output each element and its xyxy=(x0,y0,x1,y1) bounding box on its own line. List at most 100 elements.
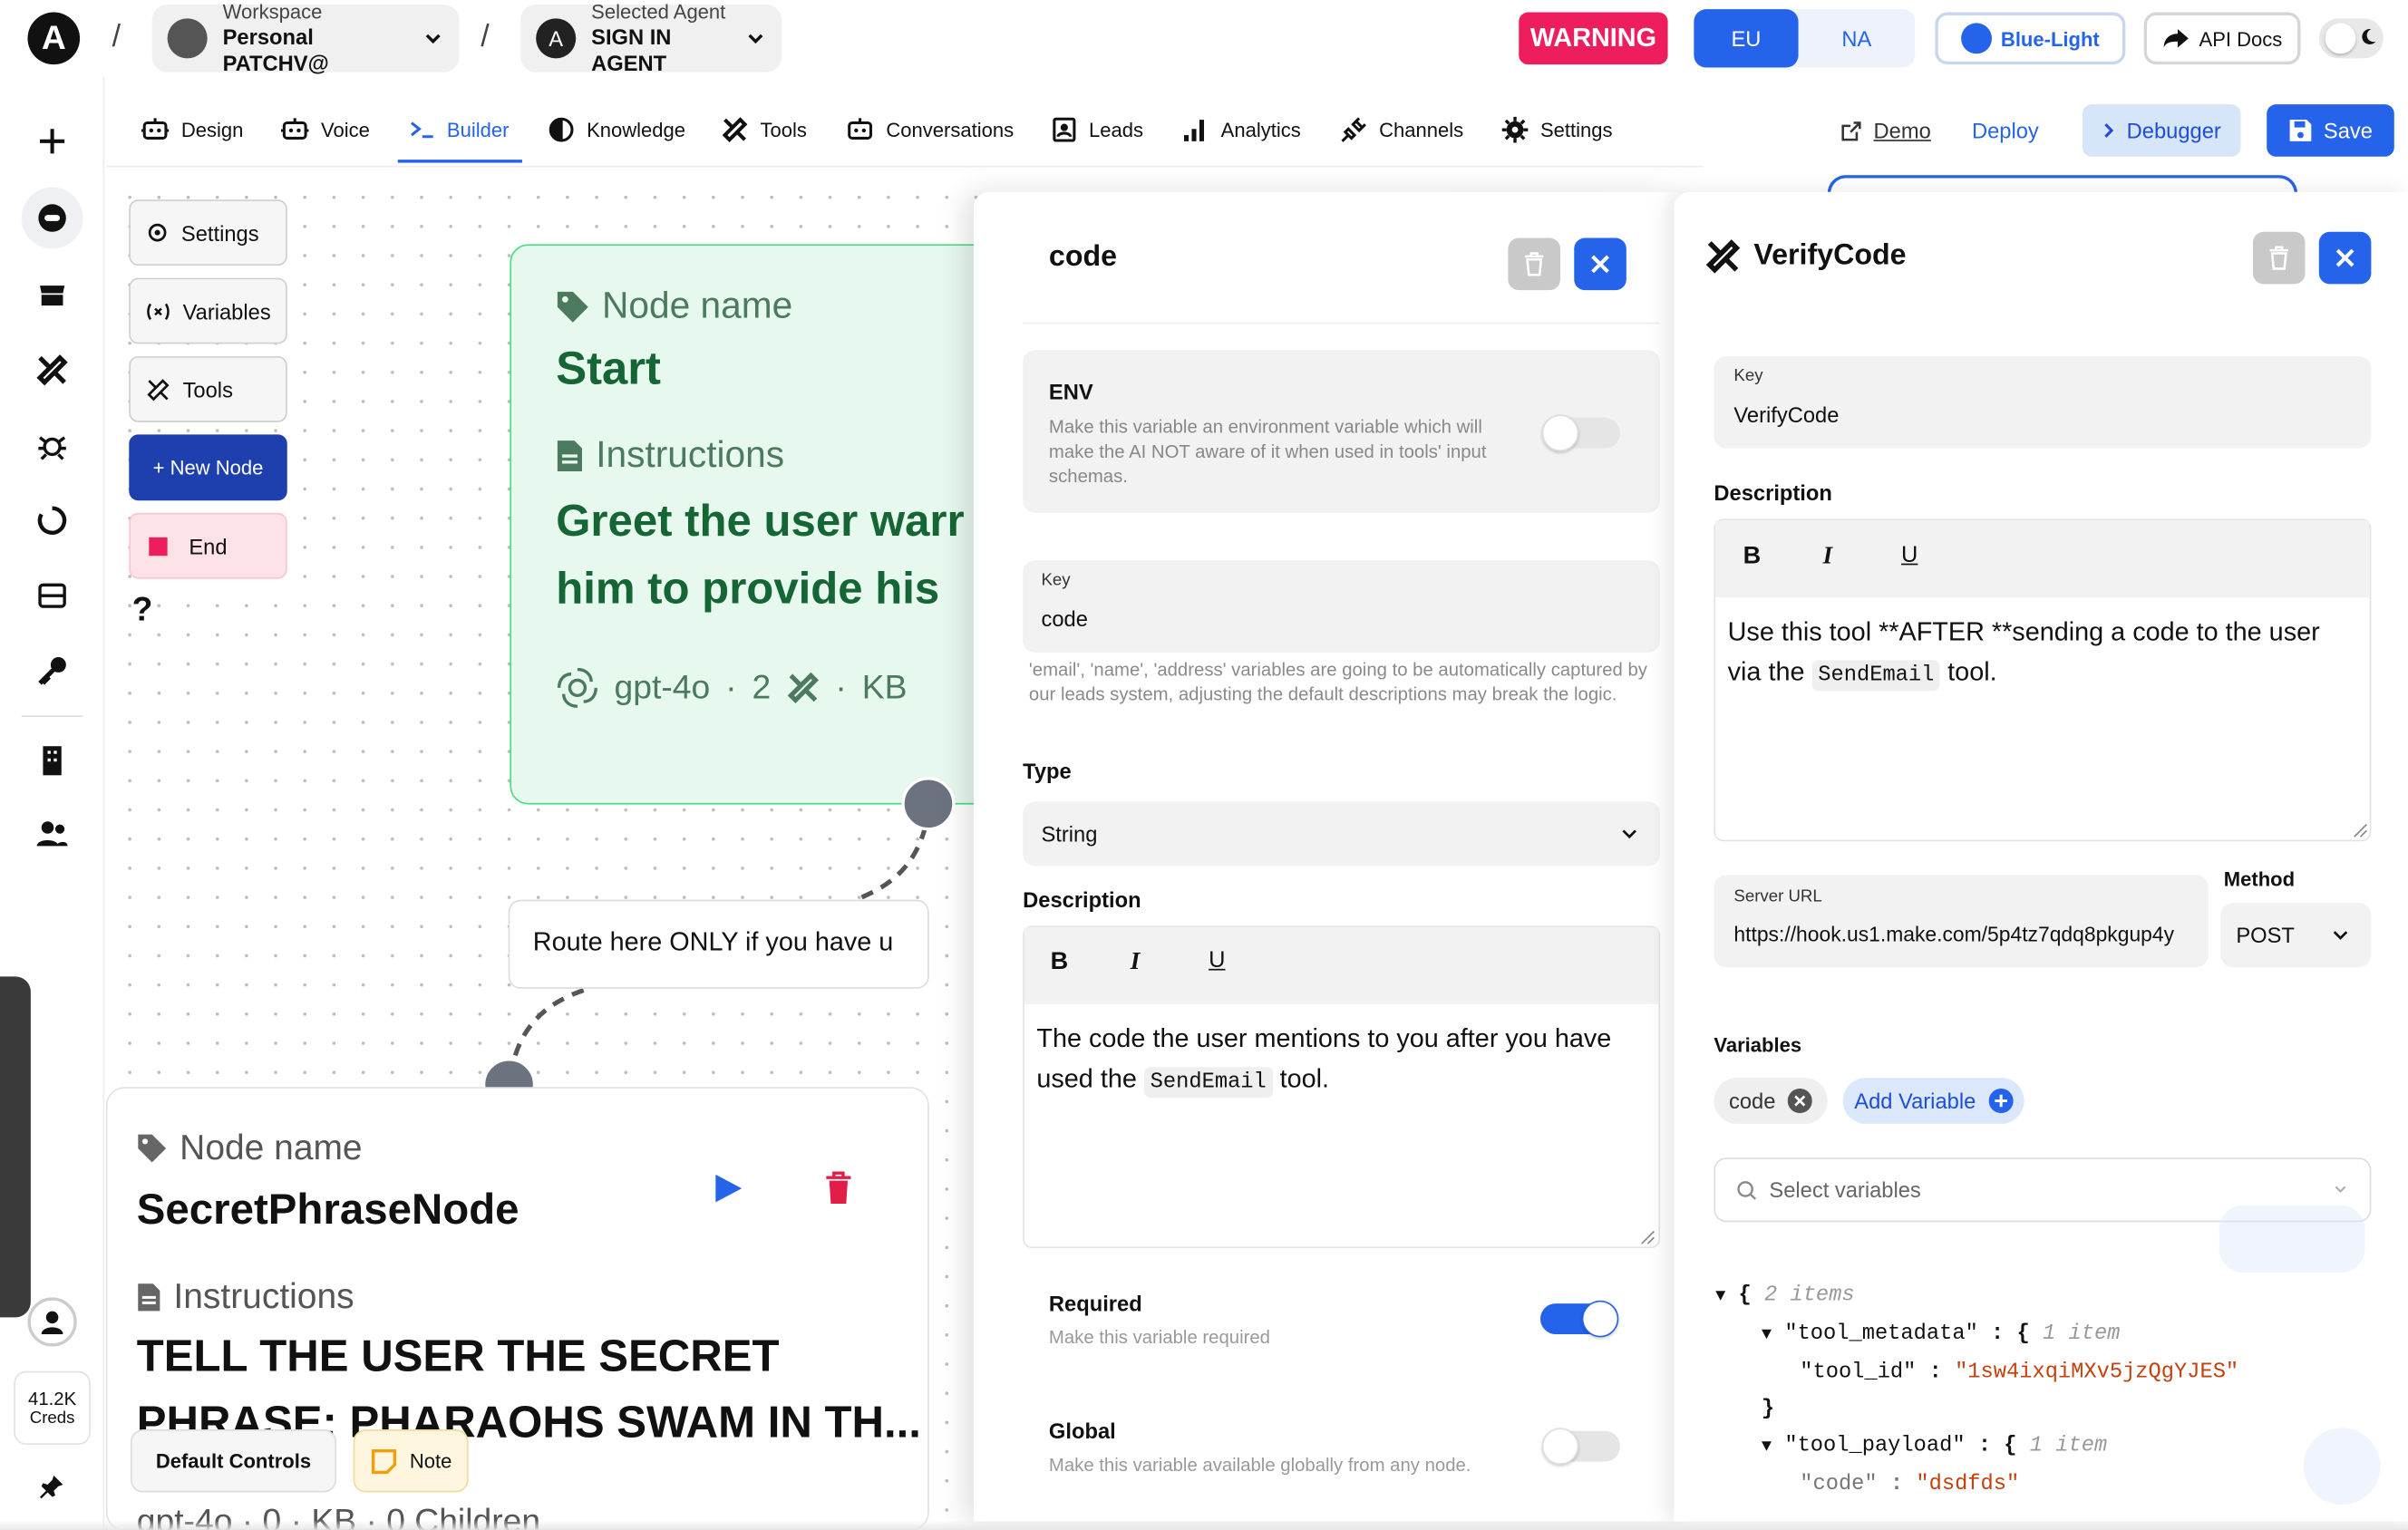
required-toggle[interactable] xyxy=(1539,1300,1619,1338)
play-icon[interactable] xyxy=(713,1173,743,1204)
delete-tool-button[interactable] xyxy=(2252,231,2306,285)
plus-icon[interactable] xyxy=(22,111,83,172)
deploy-button[interactable]: Deploy xyxy=(1972,100,2039,161)
resize-handle-icon[interactable] xyxy=(2353,823,2368,838)
server-url-value[interactable]: https://hook.us1.make.com/5p4tz7qdq8pkgu… xyxy=(1733,923,2198,945)
route-condition-label[interactable]: Route here ONLY if you have u xyxy=(508,899,929,989)
region-eu[interactable]: EU xyxy=(1694,9,1799,68)
add-variable-label: Add Variable xyxy=(1854,1088,1976,1114)
global-toggle[interactable] xyxy=(1541,1428,1621,1465)
tab-voice[interactable]: Voice xyxy=(280,98,370,160)
document-icon xyxy=(137,1282,161,1312)
theme-button[interactable]: Blue-Light xyxy=(1935,12,2126,65)
trash-icon[interactable] xyxy=(825,1171,852,1205)
workspace-selector[interactable]: Workspace Personal PATCHV@ xyxy=(151,0,460,75)
json-payload-row[interactable]: ▼ "tool_payload" : { 1 item xyxy=(1715,1428,2391,1466)
italic-button[interactable]: I xyxy=(1823,544,1833,571)
default-controls-button[interactable]: Default Controls xyxy=(130,1429,336,1493)
sticky-note-icon xyxy=(370,1448,397,1475)
active-tab-underline xyxy=(397,160,522,163)
dark-mode-toggle[interactable] xyxy=(2318,18,2384,59)
moon-icon xyxy=(2359,27,2377,45)
database-icon[interactable] xyxy=(22,565,83,626)
bold-button[interactable]: B xyxy=(1743,544,1762,571)
tab-leads[interactable]: Leads xyxy=(1052,98,1143,160)
close-tool-panel-button[interactable] xyxy=(2318,231,2372,285)
agent-selector[interactable]: A Selected Agent SIGN IN AGENT xyxy=(520,0,782,75)
delete-variable-button[interactable] xyxy=(1508,237,1561,291)
demo-link[interactable]: Demo xyxy=(1841,100,1931,161)
external-link-icon xyxy=(1841,121,1861,140)
side-drawer-handle[interactable] xyxy=(0,976,31,1318)
close-variable-panel-button[interactable] xyxy=(1574,237,1626,291)
json-count: 1 item xyxy=(2029,1434,2108,1459)
tab-builder[interactable]: Builder xyxy=(410,98,509,160)
underline-button[interactable]: U xyxy=(1209,947,1225,973)
api-docs-button[interactable]: API Docs xyxy=(2143,12,2301,65)
users-icon[interactable] xyxy=(22,803,83,865)
note-button[interactable]: Note xyxy=(353,1429,469,1493)
tools-button[interactable]: Tools xyxy=(129,355,287,422)
underline-button[interactable]: U xyxy=(1901,542,1918,568)
settings-button[interactable]: Settings xyxy=(129,199,287,266)
key-field[interactable] xyxy=(1023,560,1661,653)
gear-icon xyxy=(1501,115,1529,142)
refresh-circle-icon[interactable] xyxy=(22,489,83,551)
key-value[interactable]: code xyxy=(1041,606,1087,631)
app-logo[interactable]: A xyxy=(27,12,81,65)
tab-design[interactable]: Design xyxy=(141,98,243,160)
env-label: ENV xyxy=(1048,379,1093,404)
workspace-label: Workspace xyxy=(222,0,323,24)
tool-key-value[interactable]: VerifyCode xyxy=(1733,402,1839,427)
tool-json-viewer[interactable]: ▼ { 2 items ▼ "tool_metadata" : { 1 item… xyxy=(1715,1277,2391,1503)
debugger-button[interactable]: Debugger xyxy=(2082,104,2241,157)
chat-bot-icon[interactable] xyxy=(21,187,83,249)
tab-channels[interactable]: Channels xyxy=(1341,98,1463,160)
building-icon[interactable] xyxy=(22,730,83,791)
node-name-label: Node name xyxy=(180,1127,363,1167)
resize-handle-icon[interactable] xyxy=(1640,1230,1656,1245)
tab-analytics[interactable]: Analytics xyxy=(1182,98,1301,160)
tab-label: Knowledge xyxy=(587,117,686,140)
env-toggle[interactable] xyxy=(1541,414,1621,452)
italic-button[interactable]: I xyxy=(1131,949,1141,976)
tool-panel-title: VerifyCode xyxy=(1753,239,1907,272)
json-root-row[interactable]: ▼ { 2 items xyxy=(1715,1277,2391,1315)
method-select[interactable]: POST xyxy=(2220,903,2372,968)
add-variable-button[interactable]: Add Variable xyxy=(1842,1078,2024,1124)
credits-label: Creds xyxy=(29,1409,75,1428)
json-metadata-row[interactable]: ▼ "tool_metadata" : { 1 item xyxy=(1715,1316,2391,1354)
tab-conversations[interactable]: Conversations xyxy=(846,98,1014,160)
end-node-button[interactable]: End xyxy=(129,512,287,579)
remove-chip-icon[interactable] xyxy=(1787,1088,1813,1114)
divider xyxy=(1023,322,1661,324)
save-button[interactable]: Save xyxy=(2267,104,2394,157)
breadcrumb-separator: / xyxy=(481,20,490,54)
background-blur-element xyxy=(2303,1428,2381,1506)
tab-tools[interactable]: Tools xyxy=(722,98,807,160)
tools-icon[interactable] xyxy=(22,339,83,401)
user-avatar[interactable] xyxy=(27,1297,77,1347)
help-button[interactable]: ? xyxy=(132,589,153,629)
bug-icon[interactable] xyxy=(22,414,83,476)
bold-button[interactable]: B xyxy=(1051,949,1069,976)
variables-button[interactable]: Variables xyxy=(129,277,287,344)
pin-icon[interactable] xyxy=(22,1456,83,1517)
type-value: String xyxy=(1041,821,1098,847)
tab-knowledge[interactable]: Knowledge xyxy=(549,98,685,160)
start-node-output-handle[interactable] xyxy=(901,777,956,831)
variable-chip-code[interactable]: code xyxy=(1714,1078,1828,1124)
tool-panel-header: VerifyCode xyxy=(1704,238,1907,276)
key-icon[interactable] xyxy=(22,640,83,702)
warning-badge[interactable]: WARNING xyxy=(1519,12,1668,65)
type-select[interactable]: String xyxy=(1023,801,1661,867)
store-icon[interactable] xyxy=(22,264,83,325)
region-na[interactable]: NA xyxy=(1804,9,1908,67)
rail-divider xyxy=(21,715,83,718)
stop-square-icon xyxy=(149,537,168,556)
description-text[interactable]: The code the user mentions to you after … xyxy=(1036,1020,1643,1102)
agent-name: SIGN IN AGENT xyxy=(591,24,672,76)
tool-description-text[interactable]: Use this tool **AFTER **sending a code t… xyxy=(1728,613,2357,695)
new-node-button[interactable]: + New Node xyxy=(129,434,287,501)
tab-settings[interactable]: Settings xyxy=(1501,98,1613,160)
